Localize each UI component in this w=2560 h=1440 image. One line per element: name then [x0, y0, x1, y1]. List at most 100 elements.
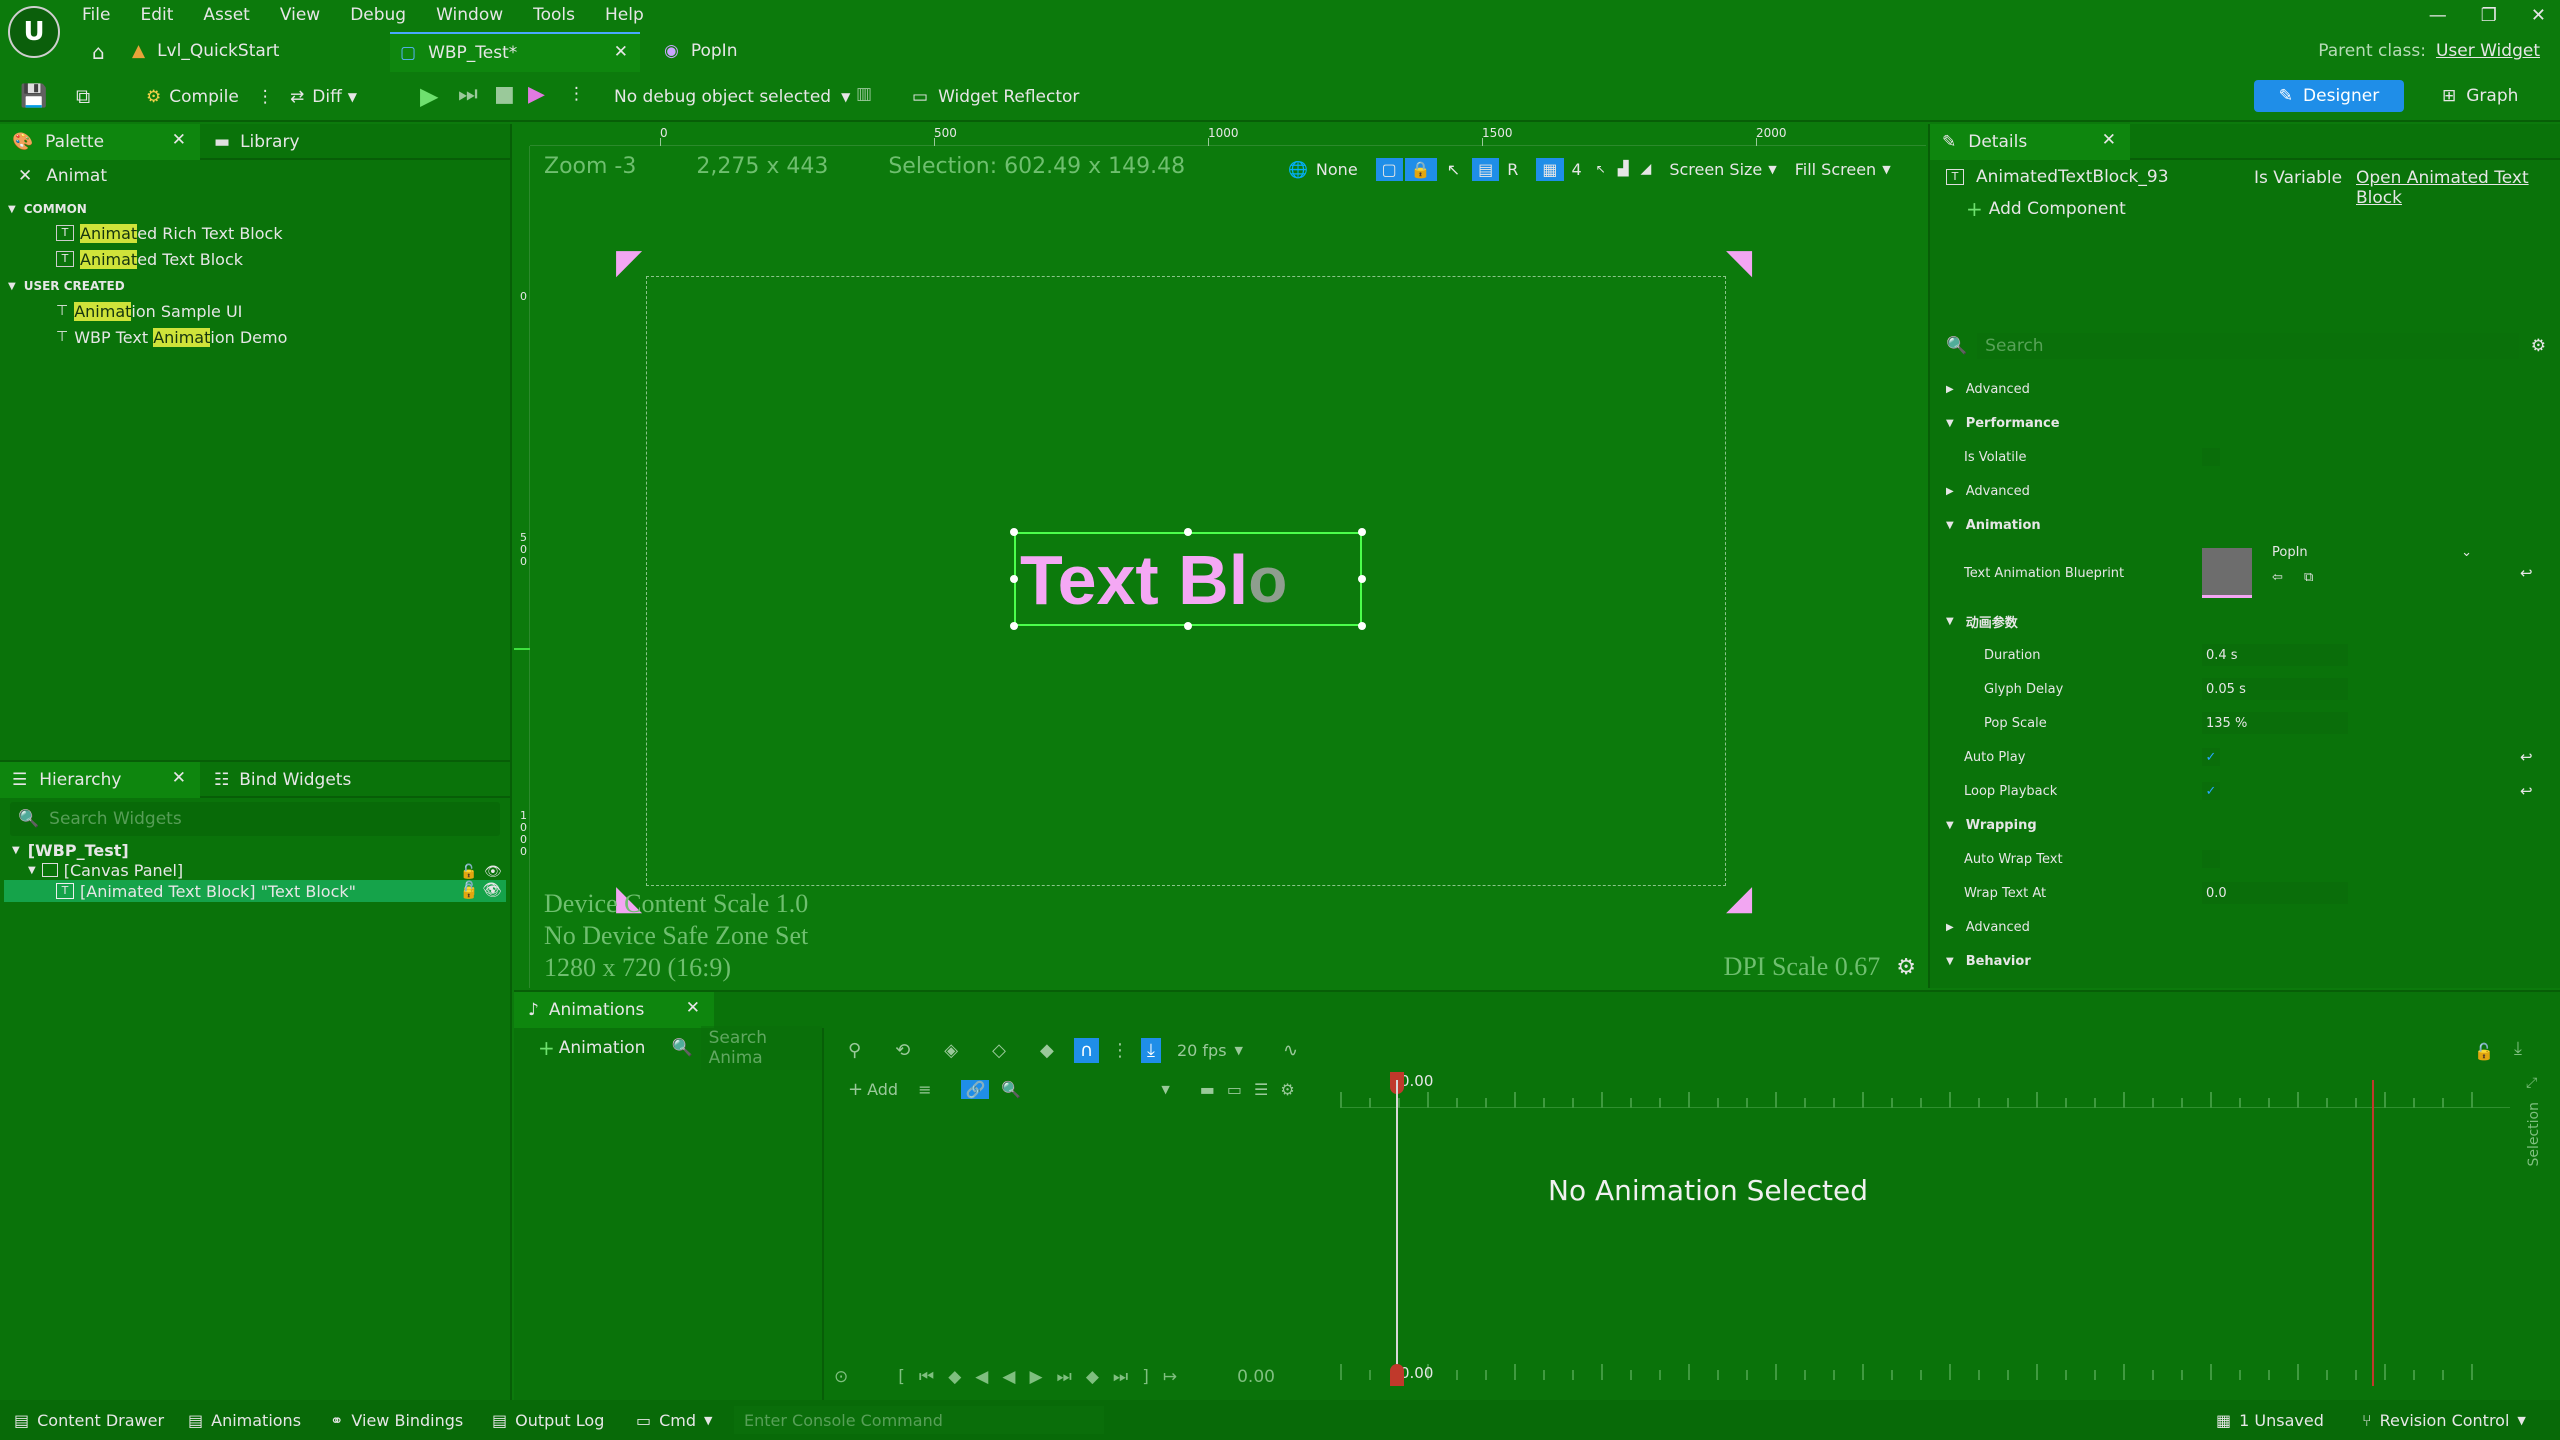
menu-file[interactable]: File — [82, 5, 110, 25]
library-tab[interactable]: ▬ Library — [214, 124, 300, 160]
gear-icon[interactable]: ⚙ — [2531, 336, 2546, 356]
filter-icon[interactable]: ≡ — [918, 1080, 931, 1099]
menu-edit[interactable]: Edit — [140, 5, 173, 25]
content-drawer-button[interactable]: ▤ Content Drawer — [14, 1400, 164, 1440]
range-start-icon[interactable]: [ — [898, 1367, 905, 1387]
restore-icon[interactable]: ❐ — [2481, 5, 2497, 26]
kebab-icon[interactable]: ⋮ — [568, 84, 585, 104]
selection-handle[interactable] — [1010, 622, 1018, 630]
hierarchy-search-input[interactable]: Search Widgets — [49, 809, 182, 829]
details-property-row[interactable]: Auto Play ↩ ✓ — [1930, 740, 2560, 774]
kebab-icon[interactable]: ⋮ — [257, 87, 274, 107]
animations-drawer-button[interactable]: ▤ Animations — [188, 1400, 301, 1440]
graph-button[interactable]: ⊞ Graph — [2442, 80, 2518, 112]
tree-item-animated-text-block[interactable]: T [Animated Text Block] "Text Block" 🔓 👁 — [4, 880, 506, 902]
fps-select[interactable]: 20 fps — [1177, 1041, 1227, 1060]
ruler-icon[interactable]: ◢ — [1641, 161, 1652, 177]
doc-tab-popin[interactable]: ◉ PopIn — [664, 30, 737, 72]
details-property-row[interactable]: Loop Playback ↩ ✓ — [1930, 774, 2560, 808]
hierarchy-tab[interactable]: ☰ Hierarchy ✕ — [0, 762, 200, 798]
close-tab-icon[interactable]: ✕ — [172, 768, 186, 788]
grid-snap-icon[interactable]: ▦ — [1536, 157, 1564, 181]
add-track-button[interactable]: Add — [867, 1080, 898, 1099]
selection-handle[interactable] — [1010, 528, 1018, 536]
bind-widgets-tab[interactable]: ☷ Bind Widgets — [214, 762, 351, 798]
grid-size[interactable]: 4 — [1572, 160, 1582, 179]
timeline[interactable]: 0.00 0.00 No Animation Selected — [1340, 1072, 2510, 1402]
range-end-icon[interactable]: ] — [1142, 1367, 1149, 1387]
diff-button[interactable]: ⇄ Diff ▼ — [290, 80, 357, 114]
playback-icon[interactable]: ⟲ — [895, 1040, 910, 1061]
palette-search-input[interactable]: Animat — [46, 166, 107, 186]
open-animated-text-block-link[interactable]: Open Animated Text Block — [2356, 168, 2560, 208]
tree-item-canvas-panel[interactable]: ▼ [Canvas Panel] — [0, 860, 510, 880]
loop-icon[interactable]: ⊙ — [834, 1367, 848, 1387]
number-field[interactable]: 0.0 — [2202, 882, 2348, 904]
step-back-icon[interactable]: ◀ — [975, 1367, 988, 1387]
resize-handle-top-left[interactable]: ◤ — [616, 242, 642, 282]
cursor-icon[interactable]: ↖ — [1447, 160, 1460, 179]
checkbox[interactable]: ✓ — [2202, 748, 2220, 766]
key-diamond-icon[interactable]: ◆ — [1040, 1040, 1054, 1061]
details-subcategory[interactable]: ▶ Advanced — [1930, 910, 2560, 944]
current-time[interactable]: 0.00 — [1237, 1367, 1275, 1387]
palette-item[interactable]: ⊤ Animat ion Sample UI — [0, 298, 510, 324]
console-input[interactable]: Enter Console Command — [734, 1406, 1104, 1434]
details-category[interactable]: ▼ 动画参数 — [1930, 604, 2560, 638]
kebab-icon[interactable]: ⋮ — [1111, 1040, 1129, 1061]
eye-icon[interactable]: 👁 — [484, 864, 502, 880]
lock-icon[interactable]: 🔓 — [2474, 1042, 2494, 1061]
camera-icon[interactable]: ◈ — [944, 1040, 958, 1061]
play-icon[interactable]: ▶ — [1029, 1367, 1042, 1387]
details-property-row[interactable]: Text Animation Blueprint ↩ PopIn ⌄ ⇦ ⧉ — [1930, 542, 2560, 604]
close-tab-icon[interactable]: ✕ — [2102, 130, 2116, 150]
details-property-row[interactable]: Wrap Text At 0.0 — [1930, 876, 2560, 910]
menu-view[interactable]: View — [280, 5, 320, 25]
selection-handle[interactable] — [1184, 622, 1192, 630]
designer-button[interactable]: ✎ Designer — [2254, 80, 2404, 112]
details-tab[interactable]: ✎ Details ✕ — [1930, 124, 2130, 160]
view-bindings-button[interactable]: ⚭ View Bindings — [330, 1400, 463, 1440]
palette-search[interactable]: ✕ Animat — [0, 160, 510, 192]
widget-name-field[interactable]: AnimatedTextBlock_93 — [1976, 167, 2169, 187]
curve-icon[interactable]: ∿ — [1283, 1040, 1298, 1061]
number-field[interactable]: 135 % — [2202, 712, 2348, 734]
doc-tab-wbp-test[interactable]: ▢ WBP_Test* ✕ — [390, 32, 640, 72]
reverse-icon[interactable]: ◀ — [1002, 1367, 1015, 1387]
palette-group-common[interactable]: ▼ COMMON — [0, 198, 510, 220]
close-tab-icon[interactable]: ✕ — [172, 130, 186, 150]
playhead-snap-icon[interactable]: ⤓ — [1141, 1037, 1161, 1063]
animations-tab[interactable]: ♪ Animations ✕ — [514, 992, 714, 1028]
selected-text-block[interactable]: Text Bl o — [1010, 528, 1366, 630]
details-property-row[interactable]: Pop Scale 135 % — [1930, 706, 2560, 740]
number-field[interactable]: 0.05 s — [2202, 678, 2348, 700]
details-search[interactable]: 🔍 Search ⚙ — [1946, 330, 2546, 362]
animation-search-input[interactable]: Search Anima — [700, 1026, 822, 1070]
lock-icon[interactable]: 🔓 — [460, 864, 477, 880]
browse-icon[interactable]: ⧉ — [76, 84, 90, 108]
details-property-row[interactable]: Glyph Delay 0.05 s — [1930, 672, 2560, 706]
snap-icon[interactable]: ∩ — [1073, 1037, 1099, 1063]
palette-item[interactable]: T Animat ed Rich Text Block — [0, 220, 510, 246]
selection-handle[interactable] — [1358, 575, 1366, 583]
menu-tools[interactable]: Tools — [533, 5, 575, 25]
range-icon[interactable]: ▭ — [1227, 1080, 1242, 1099]
asset-dropdown[interactable]: PopIn ⌄ — [2272, 540, 2472, 564]
doc-tab-level[interactable]: ▲ Lvl_QuickStart — [132, 30, 362, 72]
reset-to-default-icon[interactable]: ↩ — [2520, 782, 2533, 800]
resize-handle-bottom-right[interactable]: ◢ — [1726, 878, 1752, 918]
unsaved-button[interactable]: ▦ 1 Unsaved — [2216, 1400, 2324, 1440]
skip-end-icon[interactable]: ⏭ — [1113, 1367, 1128, 1387]
stop-icon[interactable]: ■ — [494, 82, 515, 107]
asset-thumbnail-icon[interactable] — [2202, 548, 2252, 598]
key-icon[interactable]: ⚲ — [848, 1040, 861, 1061]
respect-locks-toggle[interactable]: R — [1507, 160, 1518, 179]
step-forward-icon[interactable]: ⏭ — [1057, 1367, 1072, 1387]
selection-handle[interactable] — [1358, 622, 1366, 630]
home-icon[interactable]: ⌂ — [92, 40, 105, 64]
palette-item[interactable]: ⊤ WBP Text Animat ion Demo — [0, 324, 510, 350]
details-category[interactable]: ▼ Animation — [1930, 508, 2560, 542]
prev-key-icon[interactable]: ◆ — [948, 1367, 961, 1387]
menu-asset[interactable]: Asset — [203, 5, 249, 25]
details-search-input[interactable]: Search — [1977, 333, 2519, 359]
